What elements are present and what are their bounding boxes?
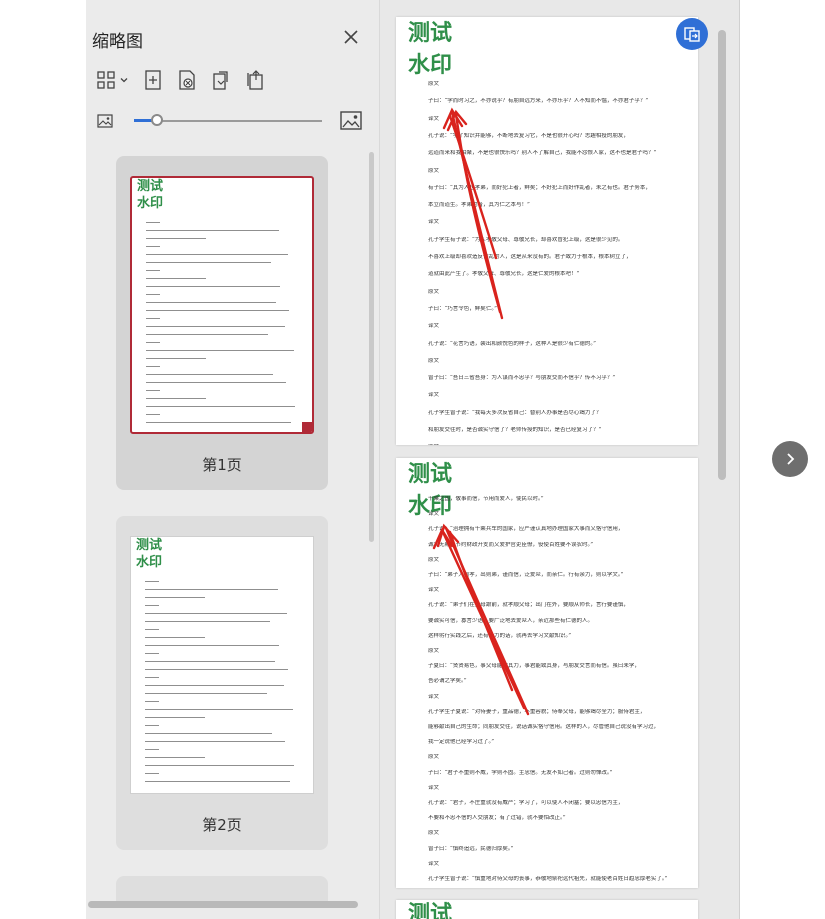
horizontal-scrollbar-thumb[interactable] xyxy=(88,901,358,908)
left-gutter xyxy=(0,0,86,919)
thumbnail-horizontal-scrollbar[interactable] xyxy=(86,901,380,909)
zoom-slider[interactable] xyxy=(134,114,322,126)
thumbnail-text-line xyxy=(145,637,205,638)
thumbnail-text-line xyxy=(146,238,206,239)
thumbnail-page-3[interactable] xyxy=(116,876,328,904)
thumbnail-text-line xyxy=(146,262,271,263)
thumbnail-text-line xyxy=(145,661,275,662)
thumbnail-text-line xyxy=(145,693,267,694)
thumbnail-text-line xyxy=(145,701,159,702)
thumbnail-text-lines xyxy=(131,537,313,793)
thumbnail-text-line xyxy=(146,414,160,415)
thumbnail-text-line xyxy=(145,741,285,742)
thumbnail-text-line xyxy=(145,709,293,710)
thumbnail-text-line xyxy=(145,685,284,686)
panel-title: 缩略图 xyxy=(92,32,143,52)
thumbnail-text-line xyxy=(146,406,295,407)
extract-page-icon xyxy=(247,70,263,90)
image-large-icon[interactable] xyxy=(340,110,362,132)
red-arrow-2 xyxy=(432,523,530,716)
chevron-down-icon xyxy=(120,78,128,83)
thumbnail-text-lines xyxy=(132,178,312,432)
thumbnail-text-line xyxy=(146,422,291,423)
thumbnail-text-line xyxy=(146,302,276,303)
thumbnail-panel: 缩略图 测试 水印 第1页 测试 水印 第2页 xyxy=(86,0,380,919)
thumbnail-text-line xyxy=(145,597,205,598)
red-arrow-1 xyxy=(442,107,504,320)
document-view: 测试 水印 原文 子曰：“学而时习之，不亦说乎？有朋自远方来，不亦乐乎？人不知而不… xyxy=(380,0,739,919)
delete-page-icon xyxy=(179,70,195,90)
thumbnail-text-line xyxy=(146,334,268,335)
thumbnail-text-line xyxy=(146,326,285,327)
thumbnail-text-line xyxy=(146,350,294,351)
thumbnail-text-line xyxy=(145,733,272,734)
thumbnail-text-line xyxy=(146,246,160,247)
thumbnail-text-line xyxy=(145,765,294,766)
thumbnail-text-line xyxy=(146,398,206,399)
thumbnail-text-line xyxy=(146,254,288,255)
thumbnail-text-line xyxy=(145,725,159,726)
thumbnail-text-line xyxy=(146,310,289,311)
grid-view-icon xyxy=(97,71,115,89)
thumbnail-text-line xyxy=(146,318,160,319)
thumbnail-page-2-image: 测试 水印 xyxy=(130,536,314,794)
rotate-page-icon xyxy=(213,71,228,90)
thumbnail-text-line xyxy=(146,374,273,375)
annotation-arrows xyxy=(432,107,530,716)
zoom-slider-thumb[interactable] xyxy=(150,114,163,126)
thumbnail-text-line xyxy=(146,358,206,359)
thumbnail-text-line xyxy=(145,645,279,646)
image-small-icon[interactable] xyxy=(97,113,113,129)
thumbnail-page-2[interactable]: 测试 水印 第2页 xyxy=(116,516,328,850)
right-margin xyxy=(739,0,825,919)
thumbnail-text-line xyxy=(146,270,160,271)
thumbnail-label-2: 第2页 xyxy=(202,816,242,834)
thumbnail-label-1: 第1页 xyxy=(202,456,242,474)
thumbnail-list: 测试 水印 第1页 测试 水印 第2页 xyxy=(86,144,380,904)
thumbnail-text-line xyxy=(146,390,160,391)
thumbnail-text-line xyxy=(146,366,160,367)
thumbnail-text-line xyxy=(145,749,159,750)
thumbnail-text-line xyxy=(145,589,278,590)
thumbnail-text-line xyxy=(145,781,290,782)
thumbnail-page-1[interactable]: 测试 水印 第1页 xyxy=(116,156,328,490)
thumbnail-scrollbar[interactable] xyxy=(369,152,374,542)
thumbnail-text-line xyxy=(146,382,286,383)
close-icon xyxy=(344,30,358,44)
insert-page-button[interactable] xyxy=(143,67,163,93)
thumbnail-text-line xyxy=(146,278,206,279)
next-page-button[interactable] xyxy=(772,441,808,477)
thumbnail-text-line xyxy=(145,669,288,670)
selected-marker xyxy=(302,422,312,432)
thumbnail-text-line xyxy=(145,757,205,758)
thumbnail-text-line xyxy=(145,605,159,606)
close-panel-button[interactable] xyxy=(340,26,362,48)
extract-page-button[interactable] xyxy=(245,67,265,93)
rotate-page-button[interactable] xyxy=(211,67,231,93)
thumbnail-text-line xyxy=(146,294,160,295)
thumbnail-page-1-image: 测试 水印 xyxy=(130,176,314,434)
thumbnail-text-line xyxy=(145,629,159,630)
thumbnail-text-line xyxy=(146,230,279,231)
thumbnail-text-line xyxy=(145,581,159,582)
thumbnail-text-line xyxy=(146,286,280,287)
thumbnail-text-line xyxy=(145,621,270,622)
thumbnail-text-line xyxy=(146,222,160,223)
insert-page-icon xyxy=(145,70,161,90)
thumbnail-toolbar xyxy=(96,66,279,94)
view-mode-dropdown[interactable] xyxy=(96,67,129,93)
thumbnail-text-line xyxy=(145,717,205,718)
chevron-right-icon xyxy=(787,453,795,465)
thumbnail-text-line xyxy=(145,613,287,614)
thumbnail-zoom xyxy=(94,108,376,134)
thumbnail-text-line xyxy=(146,342,160,343)
thumbnail-text-line xyxy=(145,677,159,678)
delete-page-button[interactable] xyxy=(177,67,197,93)
thumbnail-text-line xyxy=(145,773,159,774)
thumbnail-text-line xyxy=(145,653,159,654)
